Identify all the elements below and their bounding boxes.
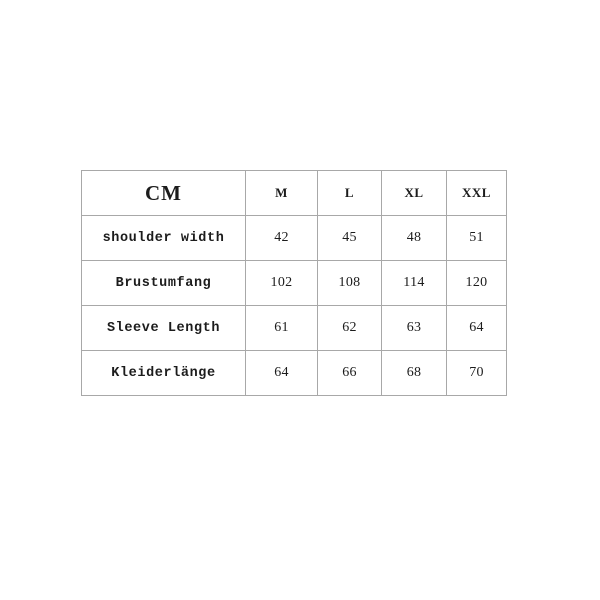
value-kleiderlange-xl: 68 (381, 350, 447, 396)
value-shoulder-width-xxl: 51 (446, 215, 507, 261)
value-shoulder-width-l: 45 (317, 215, 382, 261)
value-shoulder-width-xl: 48 (381, 215, 447, 261)
value-sleeve-length-l: 62 (317, 305, 382, 351)
size-header-xl: XL (381, 170, 447, 216)
value-sleeve-length-xxl: 64 (446, 305, 507, 351)
measure-label-brustumfang: Brustumfang (81, 260, 246, 306)
table-row: Kleiderlänge 64 66 68 70 (81, 350, 507, 396)
size-header-xxl: XXL (446, 170, 507, 216)
table-row: shoulder width 42 45 48 51 (81, 215, 507, 261)
value-brustumfang-l: 108 (317, 260, 382, 306)
measure-label-shoulder-width: shoulder width (81, 215, 246, 261)
size-chart-container: CM M L XL XXL shoulder width 42 45 48 51… (81, 170, 507, 396)
value-sleeve-length-m: 61 (245, 305, 318, 351)
unit-label-cell: CM (81, 170, 246, 216)
size-header-m: M (245, 170, 318, 216)
table-header-row: CM M L XL XXL (81, 170, 507, 216)
value-shoulder-width-m: 42 (245, 215, 318, 261)
value-brustumfang-xl: 114 (381, 260, 447, 306)
value-kleiderlange-xxl: 70 (446, 350, 507, 396)
value-kleiderlange-l: 66 (317, 350, 382, 396)
measure-label-sleeve-length: Sleeve Length (81, 305, 246, 351)
table-row: Sleeve Length 61 62 63 64 (81, 305, 507, 351)
value-kleiderlange-m: 64 (245, 350, 318, 396)
value-brustumfang-m: 102 (245, 260, 318, 306)
size-chart-table: CM M L XL XXL shoulder width 42 45 48 51… (81, 170, 507, 396)
value-sleeve-length-xl: 63 (381, 305, 447, 351)
table-row: Brustumfang 102 108 114 120 (81, 260, 507, 306)
measure-label-kleiderlange: Kleiderlänge (81, 350, 246, 396)
size-header-l: L (317, 170, 382, 216)
value-brustumfang-xxl: 120 (446, 260, 507, 306)
